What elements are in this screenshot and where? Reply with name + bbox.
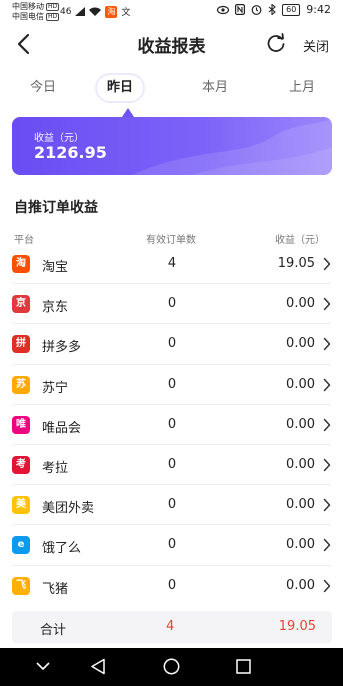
wen-notify-icon: 文 [121, 8, 131, 18]
total-row: 合计 4 19.05 [12, 611, 332, 643]
table-row[interactable]: 苏苏宁 0 0.00 [12, 365, 331, 405]
chevron-right-icon [323, 498, 331, 512]
nav-recents-icon[interactable] [236, 659, 251, 674]
system-nav-bar [0, 648, 343, 686]
chevron-right-icon [323, 458, 331, 472]
platform-name: 唯品会 [42, 420, 82, 436]
order-count: 0 [167, 296, 177, 312]
signal-icon [75, 7, 86, 16]
platform-name: 考拉 [42, 460, 69, 476]
jd-icon: 京 [12, 295, 30, 314]
pinduoduo-icon: 拼 [12, 335, 30, 354]
bluetooth-icon [268, 4, 276, 15]
summary-label: 收益（元） [34, 133, 84, 144]
hd-badge-2: HD [46, 13, 60, 21]
tab-today[interactable]: 今日 [30, 75, 56, 101]
chevron-right-icon [323, 418, 331, 431]
table-row[interactable]: 拼拼多多 0 0.00 [12, 324, 331, 365]
table-row[interactable]: 考考拉 0 0.00 [12, 445, 331, 486]
status-bar: 中国移动 HD 中国电信 HD 46 淘 文 60 9:42 [0, 0, 343, 24]
alarm-icon [251, 5, 262, 15]
clock: 9:42 [306, 3, 331, 16]
summary-value: 2126.95 [34, 143, 107, 162]
table-row[interactable]: 飞飞猪 0 0.00 [12, 566, 331, 606]
eleme-icon: e [12, 536, 30, 555]
table-row[interactable]: e 饿了么 0 0.00 [12, 525, 331, 566]
chevron-right-icon [323, 579, 331, 592]
date-tabs: 今日 昨日 本月 上月 [0, 75, 343, 105]
table-row[interactable]: 京京东 0 0.00 [12, 284, 331, 325]
order-count: 0 [167, 456, 177, 472]
eye-icon [217, 5, 230, 14]
platform-name: 苏宁 [42, 380, 69, 396]
status-left-icons: 46 淘 文 [60, 5, 130, 18]
chevron-right-icon [323, 297, 331, 311]
platform-name: 拼多多 [42, 340, 82, 356]
table-row[interactable]: 美美团外卖 0 0.00 [12, 485, 331, 526]
tab-last-month[interactable]: 上月 [289, 75, 315, 101]
tab-yesterday[interactable]: 昨日 [97, 75, 144, 101]
nav-back-icon[interactable] [90, 658, 106, 675]
income-value: 0.00 [286, 577, 315, 593]
income-value: 0.00 [286, 537, 315, 553]
income-value: 0.00 [286, 296, 315, 312]
fliggy-icon: 飞 [12, 576, 30, 595]
chevron-right-icon [323, 338, 331, 351]
page-title: 收益报表 [137, 37, 206, 57]
platform-name: 淘宝 [42, 260, 69, 275]
order-count: 0 [167, 537, 177, 553]
order-count: 0 [167, 497, 177, 513]
order-count: 0 [167, 416, 177, 432]
table-row[interactable]: 唯唯品会 0 0.00 [12, 405, 331, 445]
nav-home-icon[interactable] [163, 658, 180, 675]
platform-name: 飞猪 [42, 581, 69, 597]
income-value: 0.00 [286, 456, 315, 472]
income-value: 0.00 [286, 336, 315, 352]
summary-card: 收益（元） 2126.95 [12, 117, 332, 175]
taobao-notify-icon: 淘 [105, 5, 118, 18]
chevron-right-icon [323, 378, 331, 391]
order-count: 0 [167, 577, 177, 593]
hd-badge: HD [46, 3, 60, 11]
platform-name: 美团外卖 [42, 501, 95, 517]
order-count: 0 [167, 376, 177, 392]
income-value: 19.05 [277, 256, 315, 271]
wifi-icon [89, 7, 102, 16]
signal-text: 46 [60, 6, 72, 17]
nav-bar: 收益报表 关闭 [0, 28, 343, 60]
nfc-icon [235, 4, 246, 15]
meituan-icon: 美 [12, 496, 30, 515]
carrier-1: 中国移动 [12, 2, 44, 11]
kaola-icon: 考 [12, 455, 30, 474]
refresh-icon[interactable] [265, 32, 287, 54]
carrier-2: 中国电信 [12, 12, 44, 21]
order-count: 4 [167, 256, 177, 271]
nav-collapse-icon[interactable] [36, 662, 50, 671]
total-label: 合计 [40, 623, 67, 638]
taobao-icon: 淘 [12, 255, 30, 273]
chevron-right-icon [323, 539, 331, 552]
tab-pointer [122, 108, 134, 117]
platform-name: 京东 [42, 300, 69, 316]
income-value: 0.00 [286, 497, 315, 513]
section-title: 自推订单收益 [14, 200, 98, 216]
chevron-right-icon [323, 257, 331, 271]
carrier-info: 中国移动 HD 中国电信 HD [12, 2, 60, 22]
total-income: 19.05 [278, 619, 316, 634]
close-button[interactable]: 关闭 [303, 36, 329, 55]
tab-this-month[interactable]: 本月 [202, 75, 228, 101]
order-count: 0 [167, 336, 177, 352]
total-orders: 4 [166, 619, 175, 634]
vip-icon: 唯 [12, 415, 30, 434]
income-value: 0.00 [286, 376, 315, 392]
battery-icon: 60 [282, 3, 301, 16]
income-value: 0.00 [286, 416, 315, 432]
platform-list: 淘淘宝 4 19.05 京京东 0 0.00 拼拼多多 0 0.00 苏苏宁 0 0.00 唯唯品会 0 0… [0, 244, 343, 606]
platform-name: 饿了么 [42, 541, 82, 557]
table-row[interactable]: 淘淘宝 4 19.05 [12, 244, 331, 285]
suning-icon: 苏 [12, 375, 30, 394]
status-right: 60 9:42 [217, 3, 331, 16]
